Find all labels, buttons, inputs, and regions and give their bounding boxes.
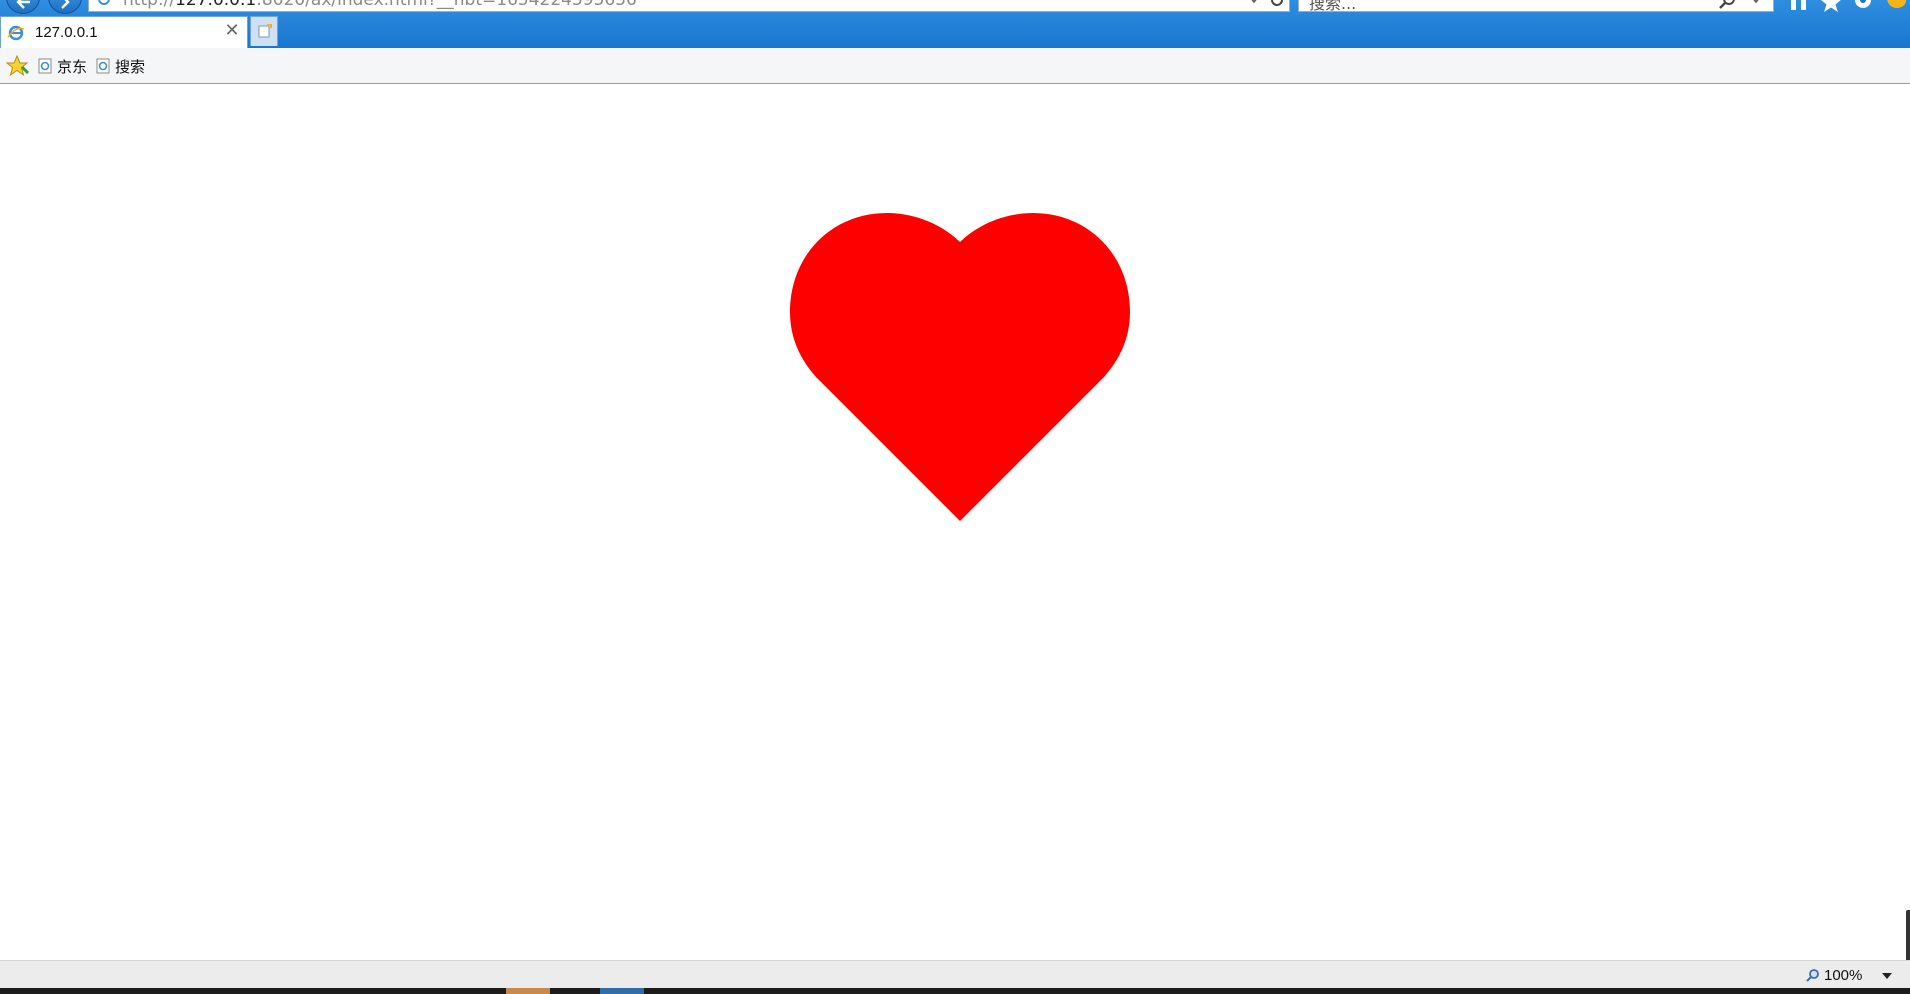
taskbar-app-button[interactable] (506, 988, 550, 994)
taskbar-app-button[interactable] (600, 988, 644, 994)
forward-arrow-icon (61, 0, 70, 9)
ie-icon (7, 25, 25, 41)
taskbar-strip (0, 988, 1910, 994)
star-icon[interactable] (1820, 0, 1842, 12)
smiley-icon[interactable] (1884, 0, 1906, 12)
favorites-item-label: 京东 (57, 57, 88, 76)
address-bar[interactable]: http://127.0.0.1:8020/ax/index.html?__hb… (88, 0, 1290, 12)
gear-icon[interactable] (1852, 0, 1874, 12)
address-dropdown-icon[interactable] (1249, 0, 1259, 4)
ie-page-icon (98, 0, 110, 5)
favorites-item-label: 搜索 (115, 57, 146, 76)
tab-active[interactable]: 127.0.0.1 ✕ (0, 16, 248, 48)
tab-title: 127.0.0.1 (35, 24, 98, 41)
browser-titlebar: http://127.0.0.1:8020/ax/index.html?__hb… (0, 0, 1910, 48)
search-placeholder: 搜索... (1309, 0, 1357, 12)
heart-shape (790, 213, 1130, 521)
page-content (0, 85, 1910, 962)
favorites-star-icon[interactable] (6, 55, 30, 77)
zoom-level[interactable]: 100% (1824, 967, 1862, 984)
zoom-dropdown-icon[interactable] (1882, 973, 1892, 979)
close-icon[interactable]: ✕ (223, 22, 241, 40)
ie-page-icon (38, 58, 52, 74)
favorites-item-search[interactable]: 搜索 (96, 56, 145, 76)
new-tab-icon (258, 24, 272, 38)
scrollbar-edge[interactable] (1906, 910, 1910, 962)
refresh-icon[interactable] (1269, 0, 1285, 8)
forward-button[interactable] (48, 0, 82, 14)
magnifier-icon[interactable] (1719, 0, 1737, 10)
address-url[interactable]: http://127.0.0.1:8020/ax/index.html?__hb… (123, 0, 637, 10)
url-host: 127.0.0.1 (175, 0, 257, 10)
search-box[interactable]: 搜索... (1298, 0, 1774, 12)
home-icon[interactable] (1788, 0, 1810, 10)
url-rest: :8020/ax/index.html?__hbt=1654224595656 (256, 0, 637, 10)
zoom-magnifier-icon (1806, 969, 1819, 982)
ie-page-icon (96, 58, 110, 74)
favorites-bar: 京东 搜索 (0, 48, 1910, 84)
search-dropdown-icon[interactable] (1751, 0, 1761, 4)
favorites-item-jd[interactable]: 京东 (38, 56, 87, 76)
back-button[interactable] (6, 0, 40, 14)
back-arrow-icon (16, 0, 30, 9)
status-bar: 100% (0, 960, 1910, 988)
new-tab-button[interactable] (250, 16, 278, 46)
url-prefix: http:// (123, 0, 176, 10)
